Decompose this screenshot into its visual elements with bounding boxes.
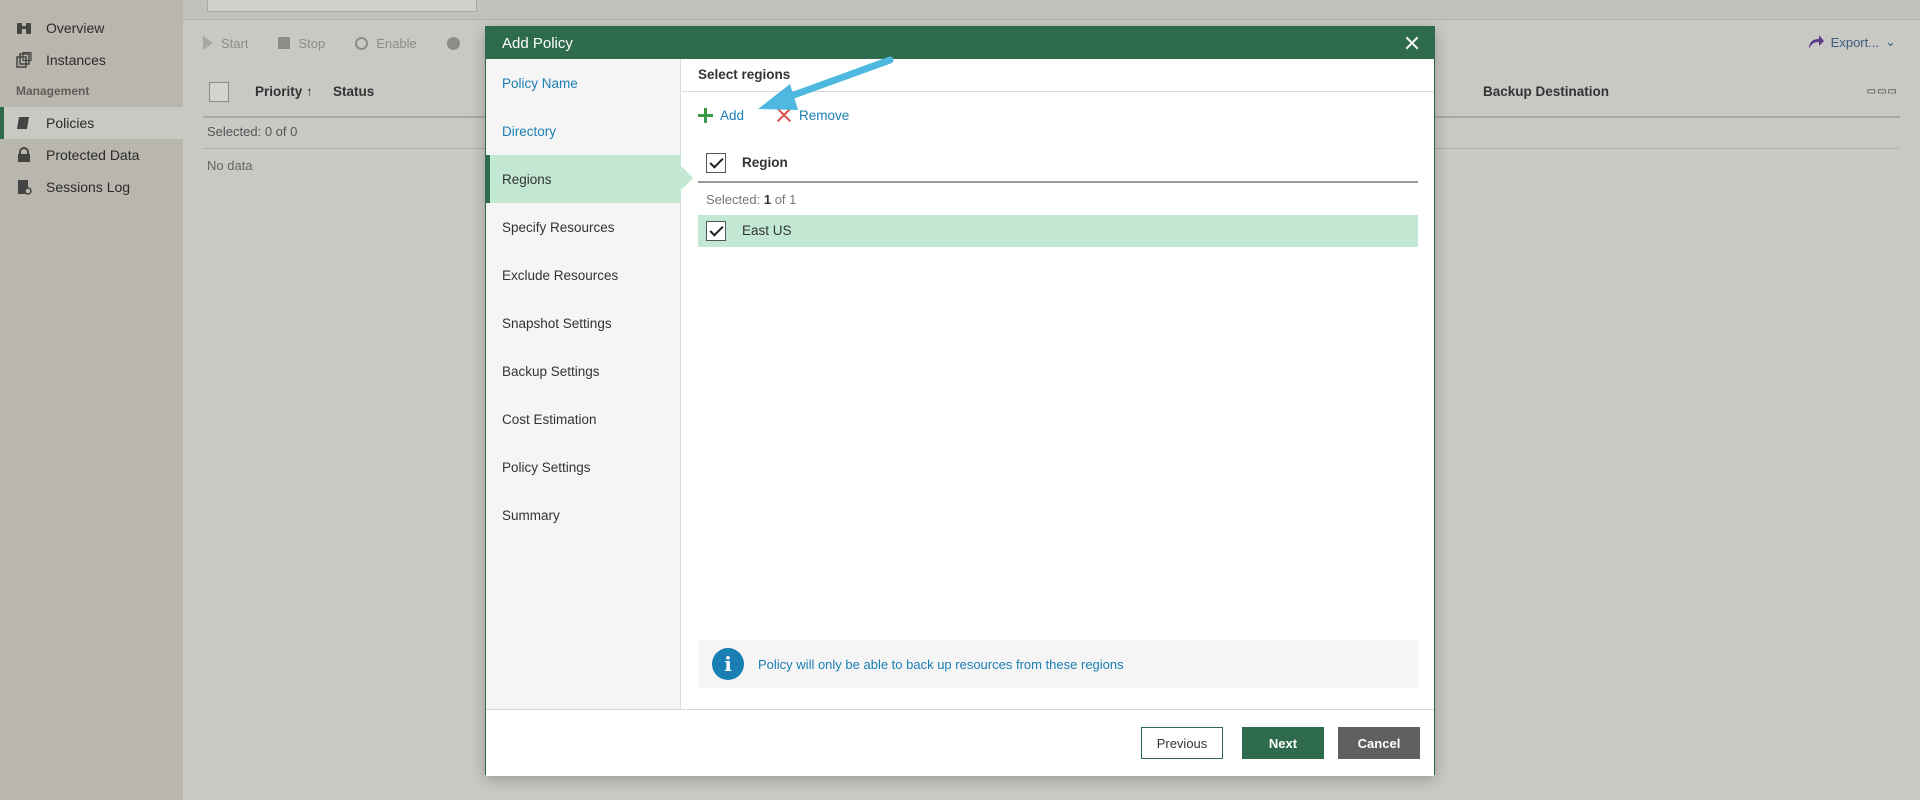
enable-button[interactable]: Enable	[355, 35, 417, 51]
enable-label: Enable	[376, 35, 417, 51]
sidebar-item-label: Instances	[46, 52, 106, 68]
remove-label: Remove	[799, 107, 850, 123]
instances-icon	[16, 51, 32, 68]
select-all-checkbox[interactable]	[209, 82, 229, 102]
remove-button[interactable]: Remove	[776, 107, 849, 123]
close-icon[interactable]	[1400, 31, 1424, 55]
export-icon	[1808, 35, 1824, 49]
col-backup-destination[interactable]: Backup Destination	[1483, 84, 1609, 99]
wizard-steps: Policy Name Directory Regions Specify Re…	[486, 59, 681, 709]
col-region[interactable]: Region	[742, 155, 788, 170]
policy-icon	[16, 115, 32, 131]
table-row[interactable]: East US	[698, 215, 1418, 247]
step-summary[interactable]: Summary	[486, 491, 681, 539]
next-button[interactable]: Next	[1242, 727, 1324, 759]
selected-suffix: of 1	[774, 192, 797, 207]
grid-selected-count: Selected: 1 of 1	[698, 183, 1418, 215]
select-all-regions-checkbox[interactable]	[706, 153, 726, 173]
step-specify-resources[interactable]: Specify Resources	[486, 203, 681, 251]
section-divider	[682, 91, 1434, 92]
info-banner: i Policy will only be able to back up re…	[698, 640, 1418, 688]
grid-header: Region	[698, 147, 1418, 183]
info-text: Policy will only be able to back up reso…	[758, 656, 1124, 672]
region-cell: East US	[742, 223, 792, 238]
search-input[interactable]	[207, 0, 477, 12]
wizard-content: Select regions Add Remove Region Selecte…	[682, 59, 1434, 709]
sidebar-item-protected-data[interactable]: Protected Data	[0, 139, 183, 171]
sidebar-item-instances[interactable]: Instances	[0, 44, 183, 76]
dialog-header: Add Policy	[486, 27, 1434, 59]
regions-grid: Region Selected: 1 of 1 East US	[698, 147, 1418, 247]
step-directory[interactable]: Directory	[486, 107, 681, 155]
chevron-down-icon: ⌄	[1885, 34, 1896, 49]
disable-icon	[446, 36, 460, 50]
step-backup-settings[interactable]: Backup Settings	[486, 347, 681, 395]
stop-button[interactable]: Stop	[278, 36, 325, 51]
sidebar-item-label: Policies	[46, 115, 95, 131]
step-exclude-resources[interactable]: Exclude Resources	[486, 251, 681, 299]
add-label: Add	[720, 107, 745, 123]
lock-icon	[16, 147, 32, 163]
sort-up-icon: ↑	[306, 84, 313, 99]
dialog-footer: Previous Next Cancel	[486, 709, 1434, 776]
info-icon: i	[712, 648, 744, 680]
row-checkbox[interactable]	[706, 221, 726, 241]
col-priority[interactable]: Priority ↑	[255, 84, 313, 99]
sidebar-item-policies[interactable]: Policies	[0, 107, 184, 139]
play-icon	[203, 36, 213, 50]
step-snapshot-settings[interactable]: Snapshot Settings	[486, 299, 681, 347]
remove-x-icon	[776, 107, 792, 123]
disable-button[interactable]	[446, 36, 460, 50]
empty-message: No data	[207, 158, 253, 173]
toolbar: Start Stop Enable	[203, 30, 460, 56]
sidebar-item-label: Protected Data	[46, 147, 140, 163]
top-strip	[183, 0, 1920, 20]
export-label: Export...	[1830, 34, 1880, 50]
sidebar: Overview Instances Management Policies P…	[0, 0, 184, 800]
add-button[interactable]: Add	[698, 107, 744, 123]
stop-label: Stop	[298, 35, 326, 51]
sidebar-section-management: Management	[16, 84, 90, 98]
col-status[interactable]: Status	[333, 84, 374, 99]
cancel-button[interactable]: Cancel	[1338, 727, 1420, 759]
sidebar-item-overview[interactable]: Overview	[0, 12, 183, 44]
log-icon	[16, 179, 32, 195]
previous-button[interactable]: Previous	[1141, 727, 1223, 759]
step-cost-estimation[interactable]: Cost Estimation	[486, 395, 681, 443]
selected-count: Selected: 0 of 0	[207, 124, 298, 139]
step-policy-name[interactable]: Policy Name	[486, 59, 681, 107]
plus-icon	[698, 107, 713, 123]
sidebar-item-label: Sessions Log	[46, 179, 131, 195]
region-actions: Add Remove	[698, 107, 849, 123]
start-button[interactable]: Start	[203, 36, 248, 51]
power-icon	[355, 36, 369, 50]
add-policy-dialog: Add Policy Policy Name Directory Regions…	[485, 26, 1435, 776]
start-label: Start	[221, 35, 249, 51]
sidebar-item-label: Overview	[46, 20, 105, 36]
export-button[interactable]: Export... ⌄	[1807, 34, 1896, 50]
stop-icon	[278, 37, 291, 49]
section-title: Select regions	[698, 67, 791, 82]
dialog-title: Add Policy	[502, 34, 573, 52]
sidebar-item-sessions-log[interactable]: Sessions Log	[0, 171, 183, 203]
column-chooser-icon[interactable]: ▭▭▭	[1867, 86, 1898, 97]
binoculars-icon	[16, 20, 32, 36]
step-policy-settings[interactable]: Policy Settings	[486, 443, 681, 491]
selected-prefix: Selected:	[706, 192, 761, 207]
step-regions[interactable]: Regions	[486, 155, 681, 203]
selected-number: 1	[763, 192, 772, 207]
